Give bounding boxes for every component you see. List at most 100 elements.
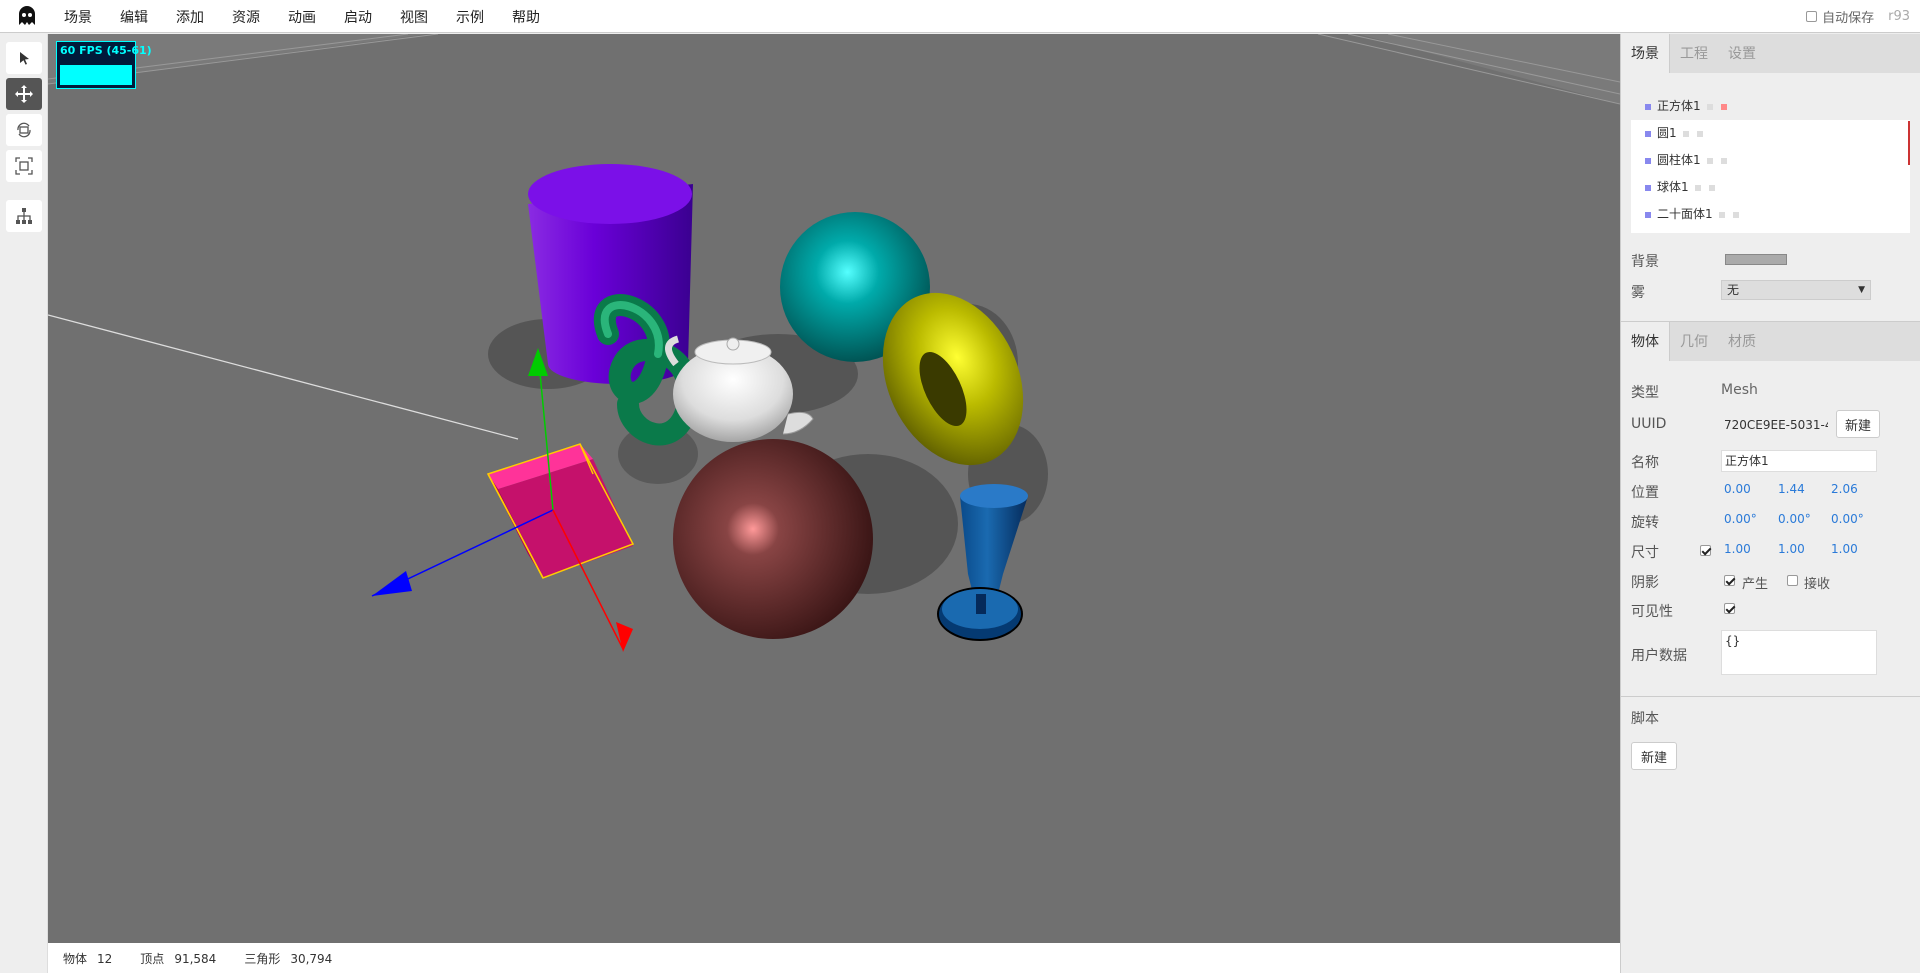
- menubar: 场景 编辑 添加 资源 动画 启动 视图 示例 帮助 自动保存 r93: [0, 0, 1920, 33]
- stat-vertices-label: 顶点: [140, 951, 165, 966]
- tab-scene[interactable]: 场景: [1621, 34, 1670, 73]
- outliner-item[interactable]: 二十面体1: [1631, 201, 1910, 228]
- status-bar: 物体 12 顶点 91,584 三角形 30,794: [48, 943, 1620, 973]
- material-icon: [1720, 157, 1727, 164]
- object-icon: [1645, 103, 1651, 110]
- sidebar-top-tabs: 场景 工程 设置: [1621, 34, 1920, 73]
- position-z-input[interactable]: 2.06: [1831, 482, 1858, 496]
- scale-icon: [15, 157, 33, 175]
- menu-edit[interactable]: 编辑: [106, 0, 162, 33]
- object-icon: [1645, 211, 1651, 218]
- shadow-label: 阴影: [1631, 575, 1659, 591]
- fps-stats-panel: 60 FPS (45-61): [56, 41, 152, 89]
- stat-objects-label: 物体: [63, 951, 88, 966]
- rotate-tool-button[interactable]: [6, 114, 42, 146]
- autosave-checkbox[interactable]: [1806, 11, 1818, 22]
- move-arrows-icon: [15, 85, 33, 103]
- rotation-z-input[interactable]: 0.00°: [1831, 512, 1864, 526]
- geometry-icon: [1706, 157, 1713, 164]
- visible-checkbox[interactable]: [1724, 603, 1735, 614]
- scale-label: 尺寸: [1631, 545, 1659, 561]
- rotation-x-input[interactable]: 0.00°: [1724, 512, 1757, 526]
- stat-objects-value: 12: [97, 951, 113, 966]
- uuid-field[interactable]: 720CE9EE-5031-4: [1721, 413, 1828, 437]
- select-tool-button[interactable]: [6, 42, 42, 74]
- material-icon: [1720, 103, 1727, 110]
- chevron-down-icon: ▼: [1858, 285, 1865, 295]
- menu-examples[interactable]: 示例: [442, 0, 498, 33]
- outliner-item-label: 二十面体1: [1657, 207, 1713, 221]
- menu-help[interactable]: 帮助: [498, 0, 554, 33]
- tab-material[interactable]: 材质: [1718, 322, 1766, 361]
- tab-project[interactable]: 工程: [1670, 34, 1718, 73]
- outliner-item[interactable]: 圆1: [1631, 120, 1910, 147]
- outliner-scrollbar[interactable]: [1908, 121, 1910, 165]
- outliner-item-label: 圆柱体1: [1657, 153, 1701, 167]
- fog-select[interactable]: 无 ▼: [1721, 280, 1871, 300]
- geometry-icon: [1682, 130, 1689, 137]
- outliner-item-label: 球体1: [1657, 180, 1689, 194]
- scale-lock-checkbox[interactable]: [1700, 545, 1711, 556]
- outliner-item[interactable]: 球体1: [1631, 174, 1910, 201]
- stat-vertices: 顶点 91,584: [140, 950, 216, 967]
- cast-shadow-checkbox[interactable]: [1724, 575, 1735, 586]
- position-x-input[interactable]: 0.00: [1724, 482, 1751, 496]
- receive-shadow-label: 接收: [1804, 577, 1831, 592]
- outliner-item[interactable]: 正方体1: [1631, 93, 1910, 120]
- material-icon: [1708, 184, 1715, 191]
- object-icon: [1645, 184, 1651, 191]
- name-input[interactable]: 正方体1: [1721, 450, 1877, 472]
- scene-outliner[interactable]: 正方体1 圆1 圆柱体1 球体1 二十面体1: [1631, 93, 1910, 233]
- name-label: 名称: [1631, 455, 1659, 471]
- background-color-swatch[interactable]: [1725, 254, 1787, 265]
- new-script-button[interactable]: 新建: [1631, 742, 1677, 770]
- scale-y-input[interactable]: 1.00: [1778, 542, 1805, 556]
- outliner-item[interactable]: 圆柱体1: [1631, 147, 1910, 174]
- menu-scene[interactable]: 场景: [50, 0, 106, 33]
- type-value: Mesh: [1721, 382, 1758, 398]
- menu-animation[interactable]: 动画: [274, 0, 330, 33]
- object-icon: [1645, 130, 1651, 137]
- rotation-y-input[interactable]: 0.00°: [1778, 512, 1811, 526]
- tab-object[interactable]: 物体: [1621, 322, 1670, 361]
- cast-shadow-label: 产生: [1742, 577, 1769, 592]
- uuid-new-button[interactable]: 新建: [1836, 410, 1880, 438]
- right-sidebar: 场景 工程 设置 正方体1 圆1 圆柱体1 球体1 二十面体1 背景 雾 无 ▼…: [1620, 34, 1920, 973]
- rotation-label: 旋转: [1631, 515, 1659, 531]
- main-menu: 场景 编辑 添加 资源 动画 启动 视图 示例 帮助: [50, 0, 554, 33]
- translate-tool-button[interactable]: [6, 78, 42, 110]
- userdata-textarea[interactable]: {}: [1721, 630, 1877, 675]
- fps-label: 60 FPS (45-61): [60, 44, 152, 57]
- menu-launch[interactable]: 启动: [330, 0, 386, 33]
- type-label: 类型: [1631, 385, 1659, 401]
- left-toolbar: [0, 34, 48, 973]
- receive-shadow-checkbox[interactable]: [1787, 575, 1798, 586]
- material-icon: [1696, 130, 1703, 137]
- menu-assets[interactable]: 资源: [218, 0, 274, 33]
- menu-add[interactable]: 添加: [162, 0, 218, 33]
- uuid-label: UUID: [1631, 416, 1667, 432]
- menu-view[interactable]: 视图: [386, 0, 442, 33]
- scale-x-input[interactable]: 1.00: [1724, 542, 1751, 556]
- arrow-pointer-icon: [20, 52, 29, 65]
- 3d-viewport[interactable]: 60 FPS (45-61): [48, 34, 1620, 943]
- object-tabs: 物体 几何 材质: [1621, 322, 1920, 361]
- position-y-input[interactable]: 1.44: [1778, 482, 1805, 496]
- tab-settings[interactable]: 设置: [1718, 34, 1766, 73]
- fog-label: 雾: [1631, 285, 1645, 301]
- background-label: 背景: [1631, 254, 1659, 270]
- fps-graph: [60, 65, 132, 85]
- hierarchy-button[interactable]: [6, 200, 42, 232]
- stat-triangles-value: 30,794: [290, 951, 333, 966]
- scale-tool-button[interactable]: [6, 150, 42, 182]
- tab-geometry[interactable]: 几何: [1670, 322, 1718, 361]
- stat-triangles: 三角形 30,794: [244, 950, 332, 967]
- stat-triangles-label: 三角形: [244, 951, 281, 966]
- object-icon: [1645, 157, 1651, 164]
- version-label: r93: [1888, 9, 1910, 24]
- script-label: 脚本: [1631, 711, 1659, 727]
- scale-z-input[interactable]: 1.00: [1831, 542, 1858, 556]
- userdata-label: 用户数据: [1631, 648, 1687, 664]
- visible-label: 可见性: [1631, 604, 1673, 620]
- geometry-icon: [1694, 184, 1701, 191]
